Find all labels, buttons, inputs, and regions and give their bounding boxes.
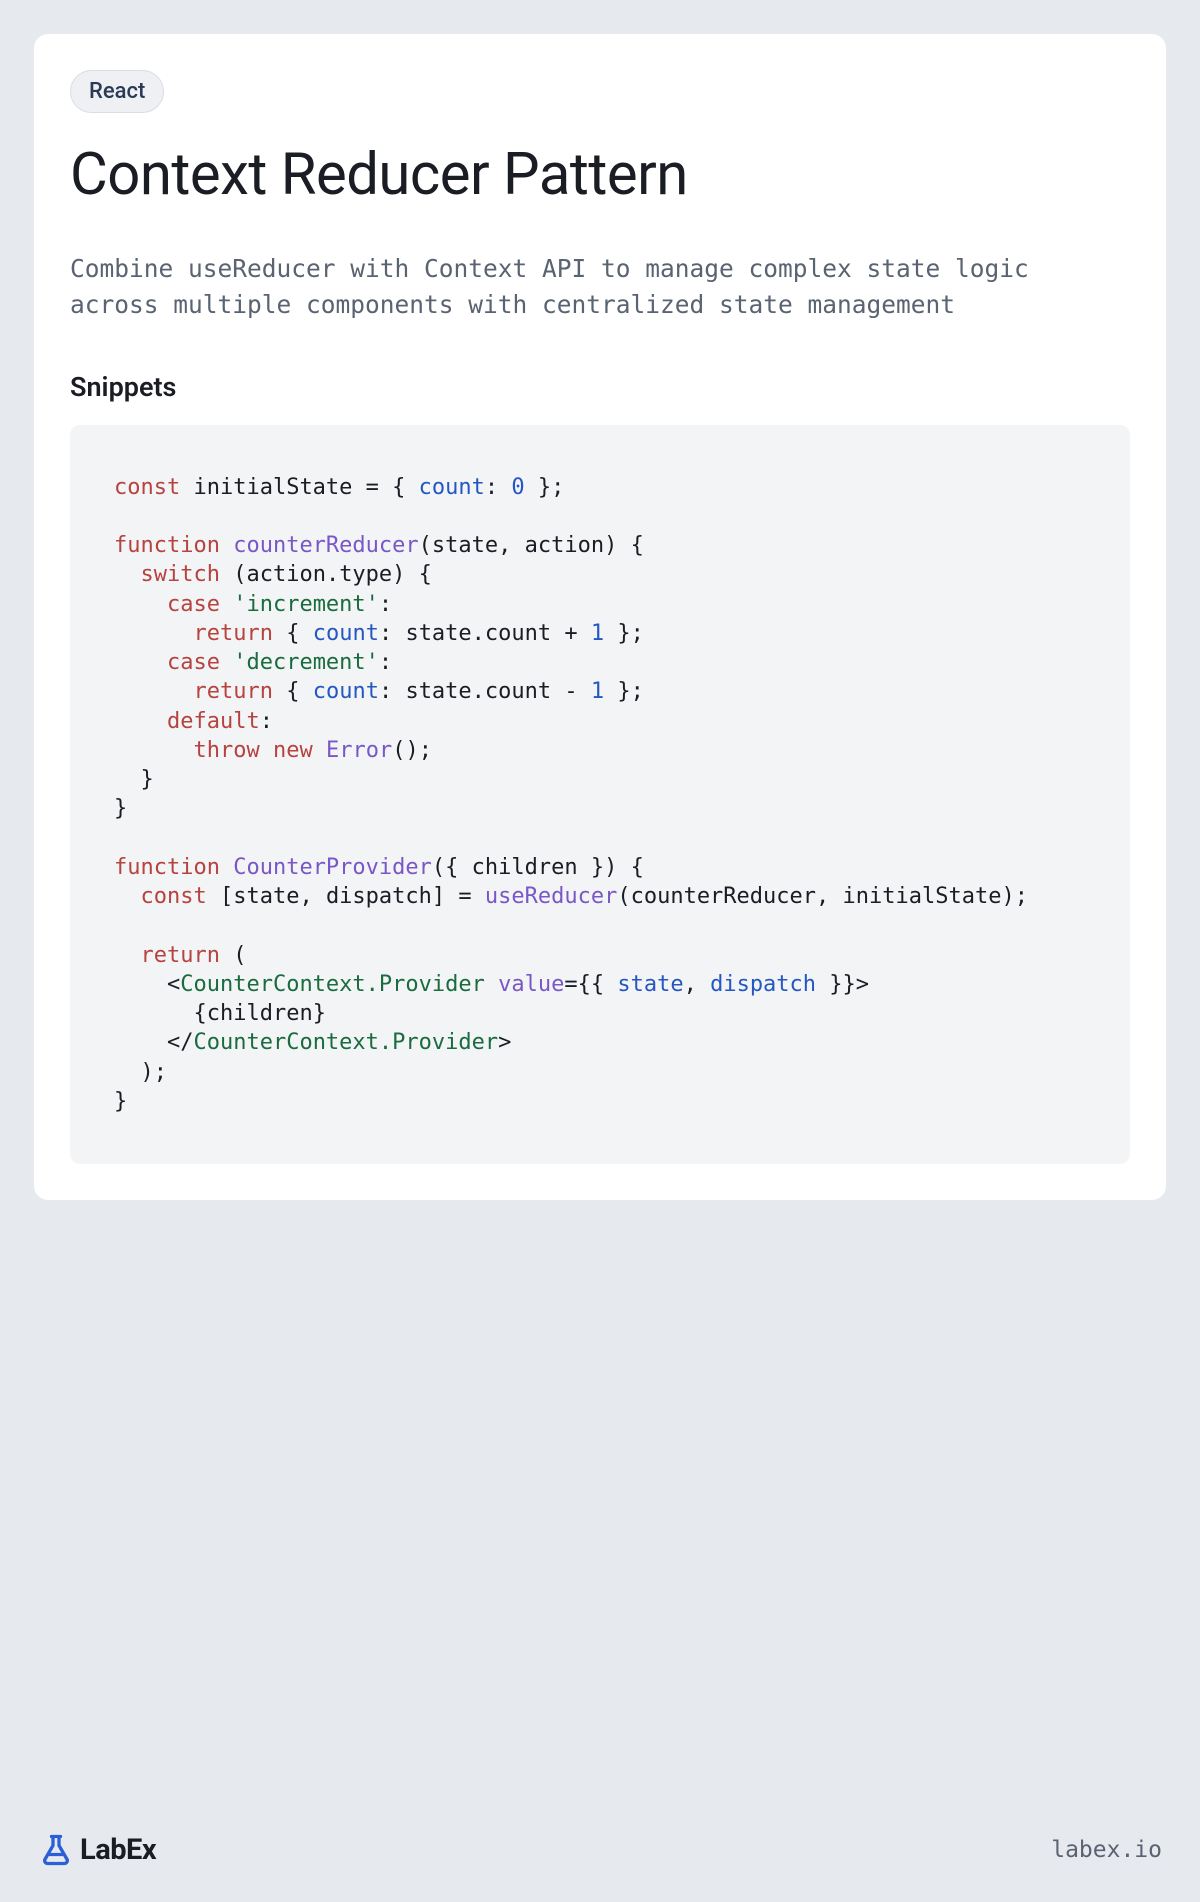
logo: LabEx [38,1832,156,1868]
code-token: } [114,767,154,792]
code-token [114,884,141,909]
code-token: case [167,650,220,675]
code-token: const [141,884,207,909]
code-token: throw [193,738,259,763]
code-token: dispatch [710,972,816,997]
code-token: }; [604,621,644,646]
code-token: function [114,855,220,880]
code-token [220,592,233,617]
code-token: ({ children }) { [432,855,644,880]
code-token: value [498,972,564,997]
code-token [114,621,193,646]
code-token: 1 [591,621,604,646]
code-token: < [114,972,180,997]
code-token [220,855,233,880]
code-token: : [260,709,273,734]
code-token [220,650,233,675]
code-token: ( [220,943,247,968]
code-token [114,738,193,763]
code-token: return [193,621,272,646]
badge-react: React [70,70,164,113]
site-url: labex.io [1051,1837,1162,1863]
code-token: CounterProvider [233,855,432,880]
code-token: {children} [114,1001,326,1026]
description: Combine useReducer with Context API to m… [70,251,1130,323]
code-token: (); [392,738,432,763]
code-token: : [379,650,392,675]
code-token: case [167,592,220,617]
code-token [114,592,167,617]
code-token: [state, dispatch] = [207,884,485,909]
code-block: const initialState = { count: 0 }; funct… [70,425,1130,1165]
code-token: ={{ [564,972,617,997]
code-token: : [379,592,392,617]
code-token: 0 [511,475,524,500]
code-token: { [273,679,313,704]
code-token: (state, action) { [419,533,644,558]
code-token [114,650,167,675]
code-token: const [114,475,180,500]
code-token: > [498,1030,511,1055]
code-token [220,533,233,558]
code-token: : state.count - [379,679,591,704]
code-token: switch [141,562,220,587]
code-token: : [485,475,512,500]
code-token [114,562,141,587]
code-token [485,972,498,997]
code-token: }}> [816,972,869,997]
code-token [260,738,273,763]
code-token: } [114,796,127,821]
code-token: useReducer [485,884,617,909]
code-token: (action.type) { [220,562,432,587]
flask-icon [38,1832,74,1868]
code-token: ); [114,1060,167,1085]
code-token: return [193,679,272,704]
code-token: , [684,972,711,997]
code-token: count [313,621,379,646]
code-token: CounterContext.Provider [180,972,485,997]
code-token [114,709,167,734]
code-token: new [273,738,313,763]
code-token: }; [525,475,565,500]
code-token [114,679,193,704]
page-title: Context Reducer Pattern [70,141,1130,209]
logo-text: LabEx [80,1833,156,1867]
code-token: Error [326,738,392,763]
code-token: return [141,943,220,968]
footer: LabEx labex.io [34,1802,1166,1868]
code-token: }; [604,679,644,704]
snippets-heading: Snippets [70,371,1130,403]
code-token: state [617,972,683,997]
code-token [313,738,326,763]
code-token: default [167,709,260,734]
code-token: count [313,679,379,704]
code-token: count [419,475,485,500]
code-token: CounterContext.Provider [193,1030,498,1055]
code-token: { [273,621,313,646]
code-token [114,943,141,968]
code-token: 'decrement' [233,650,379,675]
code-token: function [114,533,220,558]
code-token: </ [114,1030,193,1055]
card: React Context Reducer Pattern Combine us… [34,34,1166,1200]
code-token: initialState = { [180,475,418,500]
code-token: 1 [591,679,604,704]
code-token: 'increment' [233,592,379,617]
code-token: } [114,1089,127,1114]
code-token: : state.count + [379,621,591,646]
code-token: (counterReducer, initialState); [617,884,1028,909]
code-token: counterReducer [233,533,418,558]
